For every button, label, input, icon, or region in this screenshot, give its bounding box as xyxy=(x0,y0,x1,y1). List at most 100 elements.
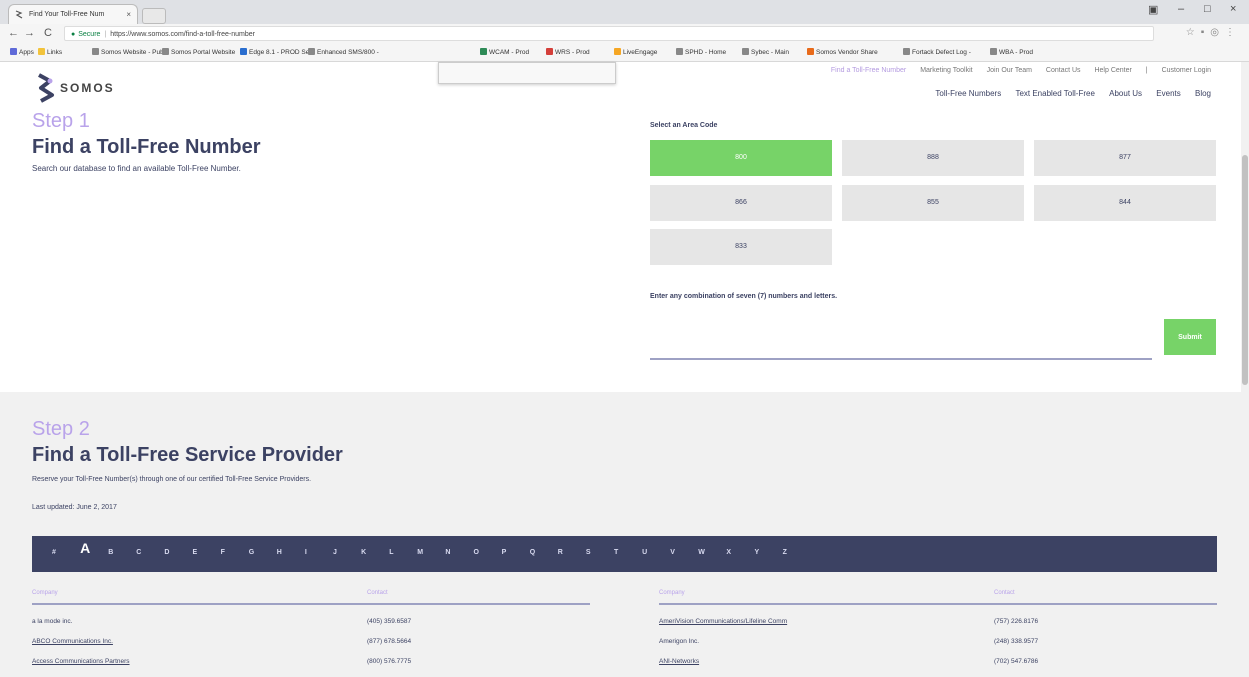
bookmark-item[interactable]: WBA - Prod xyxy=(990,48,1033,56)
alphabet-letter[interactable]: Y xyxy=(755,549,760,556)
tab-tooltip xyxy=(438,62,616,84)
page-scrollbar-thumb[interactable] xyxy=(1242,155,1248,385)
secure-label: Secure xyxy=(78,31,101,38)
bookmark-item[interactable]: Somos Website - Pub xyxy=(92,48,164,56)
reload-icon[interactable]: C xyxy=(44,27,52,39)
left-provider-company[interactable]: Access Communications Partners xyxy=(32,658,130,665)
alphabet-letter[interactable]: G xyxy=(249,549,254,556)
alphabet-letter[interactable]: T xyxy=(614,549,618,556)
nav-text-enabled[interactable]: Text Enabled Toll-Free xyxy=(1015,89,1094,98)
bookmark-label: Apps xyxy=(19,49,34,56)
alphabet-letter[interactable]: K xyxy=(361,549,366,556)
alphabet-letter[interactable]: U xyxy=(642,549,647,556)
alphabet-letter[interactable]: Z xyxy=(783,549,787,556)
number-combo-input[interactable] xyxy=(650,318,1152,360)
area-code-800[interactable]: 800 xyxy=(650,140,832,176)
alphabet-letter[interactable]: J xyxy=(333,549,337,556)
bookmark-item[interactable]: LiveEngage xyxy=(614,48,657,56)
bookmark-icon xyxy=(903,48,910,55)
new-tab-button[interactable] xyxy=(142,8,166,24)
left-provider-contact: (405) 359.6587 xyxy=(367,618,412,625)
bookmark-item[interactable]: Sybec - Main xyxy=(742,48,789,56)
right-provider-contact: (248) 338.9577 xyxy=(994,638,1039,645)
area-code-888[interactable]: 888 xyxy=(842,140,1024,176)
bookmark-label: Links xyxy=(47,49,63,56)
area-code-833[interactable]: 833 xyxy=(650,229,832,265)
bookmark-item[interactable]: Apps xyxy=(10,48,34,56)
url-bar[interactable]: ● Secure | https://www.somos.com/find-a-tol… xyxy=(64,26,1154,41)
somos-logo[interactable]: SOMOS xyxy=(36,72,113,104)
area-code-844[interactable]: 844 xyxy=(1034,185,1216,221)
bookmark-item[interactable]: Somos Portal Website xyxy=(162,48,235,56)
alphabet-letter[interactable]: F xyxy=(221,549,225,556)
alphabet-letter[interactable]: D xyxy=(164,549,169,556)
util-nav-customer-login[interactable]: Customer Login xyxy=(1162,67,1211,74)
alphabet-letter[interactable]: I xyxy=(305,549,307,556)
bookmark-item[interactable]: Enhanced SMS/800 - xyxy=(308,48,379,56)
alphabet-letter[interactable]: E xyxy=(193,549,198,556)
minimize-button[interactable]: – xyxy=(1178,3,1184,15)
alphabet-letter[interactable]: N xyxy=(445,549,450,556)
close-window-button[interactable]: × xyxy=(1230,3,1236,15)
alphabet-letter[interactable]: H xyxy=(277,549,282,556)
nav-about-us[interactable]: About Us xyxy=(1109,89,1142,98)
bookmark-item[interactable]: WCAM - Prod xyxy=(480,48,529,56)
bookmark-item[interactable]: SPHD - Home xyxy=(676,48,726,56)
nav-events[interactable]: Events xyxy=(1156,89,1180,98)
maximize-button[interactable]: □ xyxy=(1204,3,1211,15)
left-contact-header: Contact xyxy=(367,590,388,596)
right-provider-company[interactable]: AmeriVision Communications/Lifeline Comm xyxy=(659,618,787,625)
alphabet-letter[interactable]: V xyxy=(670,549,675,556)
area-code-866[interactable]: 866 xyxy=(650,185,832,221)
util-nav-find-number[interactable]: Find a Toll-Free Number xyxy=(831,67,906,74)
util-nav-divider: | xyxy=(1145,67,1148,74)
alphabet-letter[interactable]: R xyxy=(558,549,563,556)
nav-blog[interactable]: Blog xyxy=(1195,89,1211,98)
alphabet-letter[interactable]: W xyxy=(698,549,705,556)
alphabet-letter[interactable]: P xyxy=(502,549,507,556)
util-nav-marketing-toolkit[interactable]: Marketing Toolkit xyxy=(920,67,972,74)
alphabet-letter[interactable]: A xyxy=(80,540,90,556)
alphabet-letter[interactable]: X xyxy=(726,549,731,556)
bookmark-item[interactable]: Somos Vendor Share xyxy=(807,48,878,56)
bookmark-icon xyxy=(308,48,315,55)
step1-title: Find a Toll-Free Number xyxy=(32,136,261,158)
nav-toll-free-numbers[interactable]: Toll-Free Numbers xyxy=(935,89,1001,98)
step2-title: Find a Toll-Free Service Provider xyxy=(32,444,343,466)
right-provider-company[interactable]: ANI-Networks xyxy=(659,658,699,665)
back-icon[interactable]: ← xyxy=(8,27,19,39)
alphabet-letter[interactable]: O xyxy=(474,549,479,556)
bookmark-label: Fortack Defect Log - xyxy=(912,49,971,56)
right-provider-contact: (757) 226.8176 xyxy=(994,618,1039,625)
submit-button[interactable]: Submit xyxy=(1164,319,1216,355)
alphabet-letter[interactable]: Q xyxy=(530,549,535,556)
bookmark-item[interactable]: WRS - Prod xyxy=(546,48,590,56)
alphabet-letter[interactable]: C xyxy=(136,549,141,556)
alphabet-letter[interactable]: B xyxy=(108,549,113,556)
area-code-877[interactable]: 877 xyxy=(1034,140,1216,176)
util-nav-contact-us[interactable]: Contact Us xyxy=(1046,67,1081,74)
last-updated: Last updated: June 2, 2017 xyxy=(32,504,117,511)
left-provider-company[interactable]: ABCO Communications Inc. xyxy=(32,638,113,645)
forward-icon[interactable]: → xyxy=(24,27,35,39)
tab-close-icon[interactable]: × xyxy=(126,5,131,24)
bookmark-label: Somos Website - Pub xyxy=(101,49,164,56)
alphabet-letter[interactable]: L xyxy=(389,549,393,556)
browser-tab[interactable]: Find Your Toll-Free Num × xyxy=(8,4,138,24)
step1-label: Step 1 xyxy=(32,110,90,132)
bookmark-item[interactable]: Edge 8.1 - PROD Serv xyxy=(240,48,315,56)
alphabet-letter[interactable]: # xyxy=(52,549,56,556)
util-nav-join-our-team[interactable]: Join Our Team xyxy=(987,67,1032,74)
util-nav-help-center[interactable]: Help Center xyxy=(1094,67,1131,74)
alphabet-letter[interactable]: M xyxy=(417,549,423,556)
area-code-855[interactable]: 855 xyxy=(842,185,1024,221)
url-separator: | xyxy=(104,31,107,38)
bookmark-item[interactable]: Fortack Defect Log - xyxy=(903,48,971,56)
extension-icons[interactable]: ☆▪◎⋮ xyxy=(1186,27,1241,38)
right-contact-header: Contact xyxy=(994,590,1015,596)
bookmark-label: WRS - Prod xyxy=(555,49,590,56)
profile-icon[interactable]: ▣ xyxy=(1148,3,1158,16)
alphabet-letter[interactable]: S xyxy=(586,549,591,556)
bookmark-item[interactable]: Links xyxy=(38,48,62,56)
step2-description: Reserve your Toll-Free Number(s) through… xyxy=(32,476,312,483)
